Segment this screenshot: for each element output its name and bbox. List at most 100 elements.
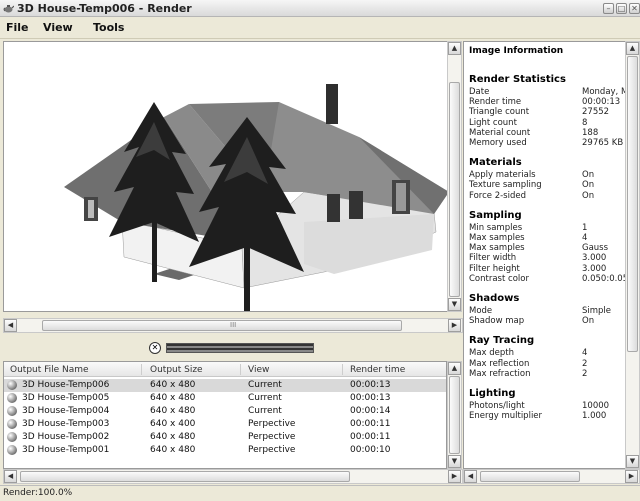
cell-render-time: 00:00:11 — [350, 432, 391, 442]
table-horizontal-scrollbar[interactable]: ◀ ▶ — [3, 469, 463, 484]
info-item-value: 10000 — [582, 401, 610, 411]
info-section-title: Sampling — [469, 209, 522, 221]
viewport-vertical-scrollbar[interactable]: ▲ ▼ — [447, 41, 462, 312]
info-item-label: Min samples — [469, 222, 523, 233]
cell-output-size: 640 x 480 — [150, 406, 196, 416]
scroll-thumb[interactable] — [449, 376, 460, 454]
info-item-label: Max refraction — [469, 368, 531, 379]
info-item-value: 1 — [582, 222, 588, 233]
render-file-icon — [7, 380, 17, 390]
rendered-house-image — [64, 84, 447, 311]
info-section-title: Ray Tracing — [469, 335, 535, 347]
cell-output-file-name: 3D House-Temp002 — [22, 432, 110, 442]
info-item-value: Gauss — [582, 243, 609, 254]
cell-render-time: 00:00:11 — [350, 419, 391, 429]
column-header-view[interactable]: View — [248, 365, 269, 375]
viewport-horizontal-scrollbar[interactable]: ◀ III ▶ — [3, 318, 463, 333]
teapot-icon — [3, 5, 14, 13]
table-row[interactable]: 3D House-Temp006 640 x 480 Current 00:00:13 — [4, 379, 446, 392]
info-item-value: 4 — [582, 348, 588, 359]
info-item-value: On — [582, 190, 595, 201]
table-row[interactable]: 3D House-Temp004 640 x 480 Current 00:00:14 — [4, 405, 446, 418]
close-button[interactable]: ✕ — [629, 3, 640, 14]
scroll-left-button[interactable]: ◀ — [464, 470, 477, 483]
cancel-render-icon[interactable]: ✕ — [149, 342, 161, 354]
scroll-left-button[interactable]: ◀ — [4, 319, 17, 332]
info-item-value: 1.000 — [582, 411, 607, 422]
info-item-value: Monday, M — [582, 87, 629, 97]
scroll-right-button[interactable]: ▶ — [625, 470, 638, 483]
scroll-thumb[interactable] — [480, 471, 580, 482]
info-item-value: 2 — [582, 358, 588, 369]
info-item-label: Max reflection — [469, 358, 530, 369]
info-item-label: Filter width — [469, 253, 517, 264]
cell-output-file-name: 3D House-Temp004 — [22, 406, 110, 416]
maximize-button[interactable]: □ — [616, 3, 627, 14]
scroll-down-button[interactable]: ▼ — [448, 298, 461, 311]
info-item-value: On — [582, 180, 595, 191]
info-item-label: Photons/light — [469, 401, 525, 411]
cell-output-size: 640 x 480 — [150, 445, 196, 455]
scroll-down-button[interactable]: ▼ — [626, 455, 639, 468]
info-item-label: Contrast color — [469, 273, 529, 284]
table-row[interactable]: 3D House-Temp003 640 x 400 Perpective 00:00… — [4, 418, 446, 431]
info-item-label: Memory used — [469, 138, 527, 148]
info-item-value: 4 — [582, 233, 588, 243]
scroll-up-button[interactable]: ▲ — [448, 362, 461, 375]
info-item-value: 3.000 — [582, 263, 607, 274]
info-item-label: Filter height — [469, 263, 520, 274]
info-item-label: Date — [469, 87, 490, 97]
info-vertical-scrollbar[interactable]: ▲ ▼ — [625, 41, 640, 469]
info-item-value: 8 — [582, 117, 588, 128]
scroll-thumb[interactable] — [449, 82, 460, 297]
scroll-thumb[interactable] — [20, 471, 350, 482]
info-item-label: Max samples — [469, 233, 525, 243]
info-item-label: Render time — [469, 97, 522, 108]
column-header-output-file-name[interactable]: Output File Name — [10, 365, 89, 375]
render-status: Render:100.0% — [3, 488, 73, 498]
scroll-left-button[interactable]: ◀ — [4, 470, 17, 483]
status-bar: Render:100.0% — [0, 485, 640, 501]
render-progress-bar — [166, 343, 314, 353]
cell-render-time: 00:00:13 — [350, 380, 391, 390]
info-item-value: 188 — [582, 127, 599, 138]
cell-render-time: 00:00:14 — [350, 406, 391, 416]
menu-file[interactable]: File — [6, 21, 29, 34]
menu-view[interactable]: View — [43, 21, 73, 34]
scroll-thumb[interactable] — [627, 56, 638, 352]
info-item-label: Texture sampling — [469, 180, 542, 191]
scroll-up-button[interactable]: ▲ — [626, 42, 639, 55]
minimize-button[interactable]: – — [603, 3, 614, 14]
info-section-title: Render Statistics — [469, 74, 566, 85]
info-item-label: Max depth — [469, 348, 515, 359]
info-item-value: 0.050:0.05 — [582, 273, 629, 284]
render-file-icon — [7, 393, 17, 403]
cell-view: Perpective — [248, 419, 296, 429]
column-header-output-size[interactable]: Output Size — [150, 365, 203, 375]
table-row[interactable]: 3D House-Temp002 640 x 480 Perpective 00:00… — [4, 431, 446, 444]
menu-tools[interactable]: Tools — [93, 21, 124, 34]
scroll-right-button[interactable]: ▶ — [448, 470, 461, 483]
cell-output-file-name: 3D House-Temp006 — [22, 380, 110, 390]
cell-render-time: 00:00:13 — [350, 393, 391, 403]
info-horizontal-scrollbar[interactable]: ◀ ▶ — [463, 469, 640, 484]
table-row[interactable]: 3D House-Temp005 640 x 480 Current 00:00:13 — [4, 392, 446, 405]
info-item-label: Apply materials — [469, 170, 536, 181]
cell-render-time: 00:00:10 — [350, 445, 391, 455]
info-item-value: Simple — [582, 306, 612, 316]
info-item-value: On — [582, 316, 595, 327]
scroll-up-button[interactable]: ▲ — [448, 42, 461, 55]
scroll-down-button[interactable]: ▼ — [448, 455, 461, 468]
cell-output-file-name: 3D House-Temp005 — [22, 393, 110, 403]
render-viewport — [3, 41, 447, 312]
table-vertical-scrollbar[interactable]: ▲ ▼ — [447, 361, 462, 469]
column-header-render-time[interactable]: Render time — [350, 365, 405, 375]
info-section-title: Shadows — [469, 293, 520, 304]
progress-row: ✕ — [3, 339, 463, 357]
table-row[interactable]: 3D House-Temp001 640 x 480 Perpective 00:00… — [4, 444, 446, 457]
info-item-label: Light count — [469, 117, 517, 128]
scroll-thumb[interactable] — [42, 320, 402, 331]
cell-output-file-name: 3D House-Temp003 — [22, 419, 110, 429]
scroll-right-button[interactable]: ▶ — [448, 319, 461, 332]
cell-output-size: 640 x 480 — [150, 393, 196, 403]
